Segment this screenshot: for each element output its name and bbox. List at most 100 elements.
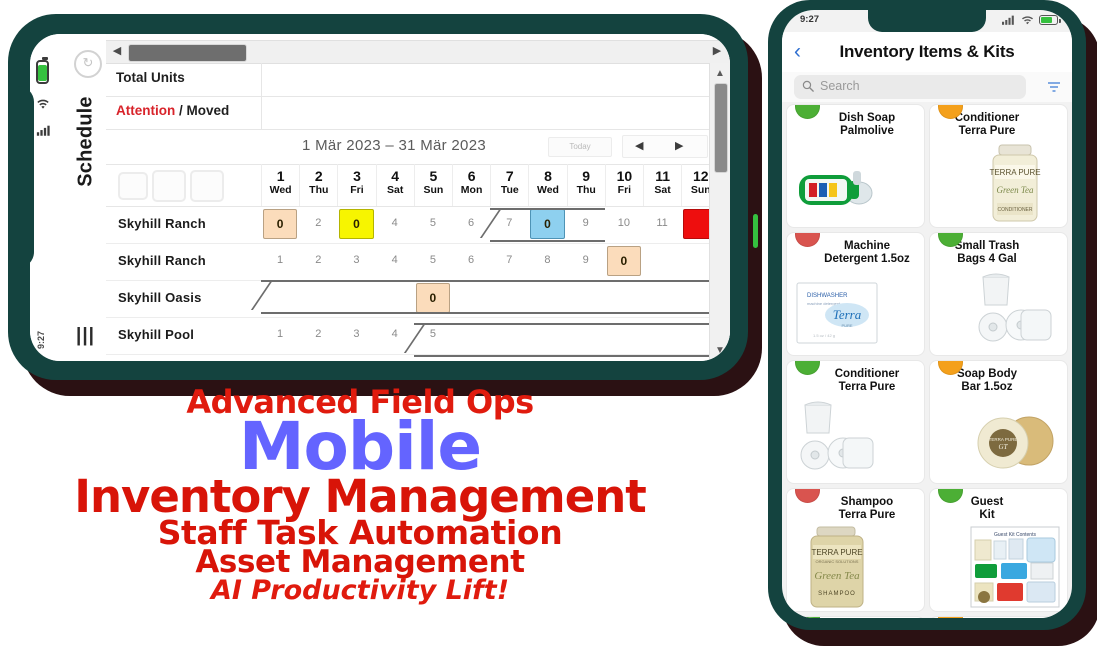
day-header-4[interactable]: 4 Sat [375,164,414,206]
right-status-time: 9:27 [800,14,820,25]
svg-text:PURE: PURE [841,323,852,328]
day-header-8[interactable]: 8 Wed [528,164,566,206]
day-header-6[interactable]: 6 Mon [452,164,490,206]
day-number: 5 [429,168,438,184]
date-range-label: 1 Mär 2023 – 31 Mär 2023 [302,137,486,154]
grid-view-icon[interactable] [152,170,186,202]
schedule-cell-value[interactable]: 5 [414,254,452,266]
app-header: ‹ Inventory Items & Kits [782,32,1072,72]
list-view-icon[interactable] [118,172,148,200]
schedule-grid: ◀ ▶ Total Units Attention / Moved 1 Mär … [106,34,730,361]
day-header-5[interactable]: 5 Sun [413,164,452,206]
battery-icon [1039,15,1061,25]
schedule-cell-value[interactable]: 2 [299,328,337,340]
schedule-cell-value[interactable]: 4 [376,217,414,229]
horizontal-scroll-thumb[interactable] [128,44,247,62]
signal-icon [1002,15,1016,25]
schedule-cell-value[interactable]: 4 [376,328,414,340]
inventory-item-card[interactable]: Small Trash Bags 4 Gal [929,232,1068,356]
day-header-3[interactable]: 3 Fri [337,164,375,206]
item-image-soap-bars: TERRA PURE GT [969,397,1061,481]
left-status-time: 9:27 [36,330,47,350]
scroll-right-arrow[interactable]: ▶ [710,44,724,59]
schedule-cell-value[interactable]: 4 [376,254,414,266]
schedule-cell-value[interactable]: 8 [528,254,566,266]
table-row[interactable]: Skyhill Ranch 1 2 3 4 5 6 7 8 9 0 [106,243,710,281]
row-label: Skyhill Pool [118,327,195,342]
table-row[interactable]: Skyhill Pool 1 2 3 4 5 [106,317,720,357]
left-status-bar: 9:27 [30,34,66,361]
inventory-item-card[interactable]: Guest Kit Guest Kit Contents [929,488,1068,612]
inventory-item-card[interactable]: Dish Soap Palmolive [786,104,925,228]
day-weekday: Sun [423,184,444,196]
sync-icon[interactable]: ↻ [74,50,102,78]
inventory-item-card[interactable] [786,616,925,618]
schedule-chip-yellow[interactable]: 0 [339,209,374,239]
day-weekday: Thu [309,184,329,196]
table-row[interactable]: Skyhill Oasis 0 [106,280,720,318]
vertical-scroll-thumb[interactable] [714,83,728,173]
inventory-item-card[interactable]: Conditioner Terra Pure TERRA PURE Green Tea… [929,104,1068,228]
day-header-11[interactable]: 11 Sat [643,164,681,206]
page-title: Schedule [74,96,97,187]
day-weekday: Tue [500,184,519,196]
prev-period-button[interactable]: ◀ [635,139,643,152]
item-name-line1: Conditioner [834,368,900,380]
gantt-bar[interactable] [261,280,720,314]
inventory-item-card[interactable]: Machine Detergent 1.5oz DISHWASHER machine … [786,232,925,356]
promo-text-block: Advanced Field Ops Mobile Inventory Mana… [0,386,720,604]
inventory-item-card[interactable] [929,616,1068,618]
day-number: 3 [353,168,361,184]
filter-icon[interactable] [1047,80,1061,94]
left-phone-frame: 9:27 Schedule ||| ↻ ◀ ▶ Total Units Atte… [8,14,758,380]
gantt-bar[interactable] [413,323,720,357]
table-row[interactable]: Skyhill Ranch 0 2 0 4 5 6 7 0 9 10 11 [106,206,718,244]
scroll-left-arrow[interactable]: ◀ [110,44,124,59]
day-header-2[interactable]: 2 Thu [299,164,337,206]
horizontal-scrollbar[interactable]: ◀ ▶ [106,40,730,64]
item-name-line2: Terra Pure [838,381,896,393]
schedule-cell-value[interactable]: 11 [643,217,681,229]
item-name-line1: Shampoo [840,496,894,508]
schedule-chip-peach[interactable]: 0 [606,246,641,276]
schedule-cell-value[interactable]: 6 [452,254,490,266]
today-button[interactable]: Today [548,137,612,157]
schedule-cell-value[interactable]: 2 [299,254,337,266]
day-header-9[interactable]: 9 Thu [566,164,605,206]
next-period-button[interactable]: ▶ [675,139,683,152]
scroll-down-arrow[interactable]: ▼ [713,344,727,357]
schedule-cell-value[interactable]: 9 [567,254,605,266]
gantt-bar[interactable] [490,208,605,242]
day-header-7[interactable]: 7 Tue [490,164,528,206]
schedule-cell-value[interactable]: 6 [452,217,490,229]
schedule-cell-value[interactable]: 10 [605,217,643,229]
day-weekday: Mon [460,184,483,196]
day-number: 1 [276,168,285,184]
schedule-cell-value[interactable]: 1 [261,328,299,340]
schedule-chip-peach[interactable]: 0 [263,209,298,239]
menu-icon[interactable]: ||| [76,325,95,347]
search-icon [802,80,814,92]
vertical-scrollbar[interactable]: ▲ ▼ [709,63,730,361]
schedule-cell-value[interactable]: 3 [337,328,375,340]
item-name-line2: Palmolive [840,125,894,137]
day-header-1[interactable]: 1 Wed [261,164,299,206]
inventory-item-card[interactable]: Shampoo Terra Pure TERRA PURE ORGANIC SOLUT… [786,488,925,612]
scroll-up-arrow[interactable]: ▲ [713,67,727,80]
schedule-cell-value[interactable]: 2 [299,217,337,229]
search-input[interactable]: Search [794,75,1026,99]
inventory-item-card[interactable]: Soap Body Bar 1.5oz TERRA PURE GT [929,360,1068,484]
right-phone-frame: 9:27 ‹ Inventory Items & Kits Search Dis… [768,0,1086,630]
item-image-trash-bag-rolls [791,397,883,481]
inventory-item-card[interactable]: Conditioner Terra Pure [786,360,925,484]
schedule-cell-value[interactable]: 1 [261,254,299,266]
calendar-view-icon[interactable] [190,170,224,202]
day-number: 4 [391,168,400,184]
schedule-cell-value[interactable]: 7 [490,254,528,266]
wifi-icon [36,98,50,111]
schedule-cell-value[interactable]: 3 [337,254,375,266]
day-header-10[interactable]: 10 Fri [604,164,643,206]
item-name: Machine Detergent 1.5oz [815,240,919,266]
inventory-card-grid: Dish Soap Palmolive Conditioner Terra Pure T… [782,102,1072,618]
schedule-cell-value[interactable]: 5 [414,217,452,229]
